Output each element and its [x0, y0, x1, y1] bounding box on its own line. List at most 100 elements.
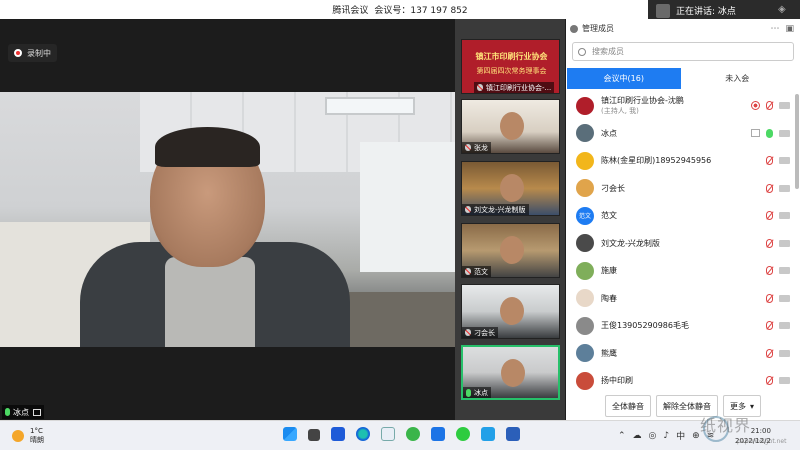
- chevron-up-icon[interactable]: ⌃: [618, 431, 626, 441]
- main-video[interactable]: [0, 92, 455, 347]
- member-row[interactable]: 王俊13905290986毛毛: [566, 312, 794, 340]
- thumbnail-caption: 镇江印刷行业协会-...: [474, 82, 555, 93]
- speaking-indicator: 正在讲话: 冰点 ◈: [648, 0, 800, 21]
- app-icon[interactable]: [406, 427, 420, 441]
- record-icon[interactable]: [751, 101, 760, 111]
- member-row[interactable]: 扬中印刷: [566, 367, 794, 392]
- thumbnail-participant[interactable]: 刘文龙-兴龙制版: [461, 161, 560, 216]
- screen-share-icon[interactable]: [751, 129, 760, 138]
- windows-start-icon[interactable]: [283, 427, 297, 441]
- mic-muted-icon[interactable]: [766, 321, 773, 331]
- camera-off-icon[interactable]: [779, 322, 790, 330]
- member-list: 镇江印刷行业协会-沈鹏 (主持人, 我) 冰点 陈林(金星印刷)18952945956…: [566, 92, 794, 392]
- edge-browser-icon[interactable]: [356, 427, 370, 441]
- avatar: [576, 234, 594, 253]
- video-cabinet: [340, 292, 455, 347]
- tencent-meeting-icon[interactable]: [431, 427, 445, 441]
- wechat-icon[interactable]: [456, 427, 470, 441]
- mic-muted-icon[interactable]: [766, 211, 773, 221]
- participant-face: [500, 236, 524, 264]
- taskbar-apps: [283, 427, 520, 441]
- thumbnail-active-speaker[interactable]: 冰点: [461, 345, 560, 400]
- mic-muted-icon: [465, 268, 471, 275]
- member-list-scrollbar[interactable]: [795, 94, 799, 189]
- participant-face: [500, 297, 524, 325]
- member-name: 镇江印刷行业协会-沈鹏: [601, 96, 684, 106]
- cloud-icon[interactable]: ☁: [633, 431, 642, 441]
- popout-icon[interactable]: ▣: [785, 24, 794, 34]
- mic-muted-icon: [477, 84, 483, 91]
- member-role: (主持人, 我): [601, 107, 639, 116]
- mute-all-button[interactable]: 全体静音: [604, 395, 651, 417]
- member-row[interactable]: 陶春: [566, 285, 794, 313]
- thumbnail-host[interactable]: 镇江市印刷行业协会 第四届四次常务理事会 镇江印刷行业协会-...: [461, 39, 560, 94]
- mic-muted-icon[interactable]: [766, 183, 773, 193]
- camera-off-icon[interactable]: [779, 377, 790, 385]
- members-icon: [570, 24, 578, 33]
- word-icon[interactable]: [506, 427, 520, 441]
- camera-off-icon[interactable]: [779, 294, 790, 302]
- app-icon[interactable]: [331, 427, 345, 441]
- avatar: [576, 344, 594, 363]
- member-row[interactable]: 镇江印刷行业协会-沈鹏 (主持人, 我): [566, 92, 794, 120]
- member-row[interactable]: 冰点: [566, 120, 794, 148]
- camera-off-icon[interactable]: [779, 129, 790, 137]
- member-name: 陈林(金星印刷)18952945956: [601, 156, 712, 166]
- avatar: [576, 124, 594, 143]
- camera-off-icon[interactable]: [779, 267, 790, 275]
- sync-icon[interactable]: ◎: [649, 431, 657, 441]
- app-icon[interactable]: [481, 427, 495, 441]
- camera-off-icon[interactable]: [779, 102, 790, 110]
- member-name-block: 刁会长: [601, 183, 625, 194]
- tab-not-joined[interactable]: 未入会: [681, 68, 795, 89]
- avatar: [576, 151, 594, 170]
- weather-widget[interactable]: 1°C 晴朗: [12, 427, 44, 445]
- member-row[interactable]: 刘文龙-兴龙制版: [566, 230, 794, 258]
- thumbnail-name: 刘文龙-兴龙制版: [474, 205, 526, 214]
- camera-off-icon[interactable]: [779, 157, 790, 165]
- mic-muted-icon[interactable]: [766, 293, 773, 303]
- more-options-icon[interactable]: ⋯: [770, 24, 779, 34]
- mic-muted-icon: [465, 206, 471, 213]
- tab-in-meeting[interactable]: 会议中(16): [567, 68, 681, 89]
- thumbnail-participant[interactable]: 刁会长: [461, 284, 560, 339]
- avatar: [576, 316, 594, 335]
- speaker-avatar: [656, 3, 670, 18]
- mic-muted-icon[interactable]: [766, 266, 773, 276]
- member-name-block: 施康: [601, 265, 617, 276]
- mic-active-icon[interactable]: [766, 128, 773, 138]
- thumbnail-participant[interactable]: 范文: [461, 223, 560, 278]
- member-row[interactable]: 刁会长: [566, 175, 794, 203]
- member-name: 熊鹰: [601, 348, 617, 358]
- thumbnail-caption: 张龙: [462, 142, 491, 153]
- ime-indicator[interactable]: 中: [676, 429, 685, 442]
- mic-muted-icon[interactable]: [766, 101, 773, 111]
- member-row[interactable]: 范文 范文: [566, 202, 794, 230]
- mic-icon[interactable]: ♪: [663, 431, 669, 441]
- mic-muted-icon[interactable]: [766, 238, 773, 248]
- thumbnail-name: 张龙: [474, 143, 488, 152]
- member-row[interactable]: 施康: [566, 257, 794, 285]
- camera-off-icon[interactable]: [779, 349, 790, 357]
- camera-off-icon[interactable]: [779, 212, 790, 220]
- thumbnail-participant[interactable]: 张龙: [461, 99, 560, 154]
- member-name-block: 范文: [601, 210, 617, 221]
- ime-mode-indicator[interactable]: ⊕: [692, 431, 700, 441]
- member-search-input[interactable]: 搜索成员: [572, 42, 794, 61]
- mic-muted-icon[interactable]: [766, 156, 773, 166]
- main-video-nameplate: 冰点: [2, 405, 44, 419]
- mic-muted-icon[interactable]: [766, 348, 773, 358]
- task-view-icon[interactable]: [308, 429, 320, 441]
- app-icon[interactable]: [381, 427, 395, 441]
- camera-off-icon[interactable]: [779, 184, 790, 192]
- thumbnail-name: 镇江印刷行业协会-...: [486, 83, 552, 92]
- member-row[interactable]: 熊鹰: [566, 340, 794, 368]
- thumbnail-caption: 范文: [462, 266, 491, 277]
- recording-indicator[interactable]: 录制中: [8, 44, 57, 62]
- member-management-panel: 管理成员 ⋯ ▣ 搜索成员 会议中(16) 未入会 镇江印刷行业协会-沈鹏 (主持…: [566, 19, 800, 420]
- mic-muted-icon[interactable]: [766, 376, 773, 386]
- member-row[interactable]: 陈林(金星印刷)18952945956: [566, 147, 794, 175]
- member-name-block: 刘文龙-兴龙制版: [601, 238, 660, 249]
- camera-off-icon[interactable]: [779, 239, 790, 247]
- avatar: [576, 371, 594, 390]
